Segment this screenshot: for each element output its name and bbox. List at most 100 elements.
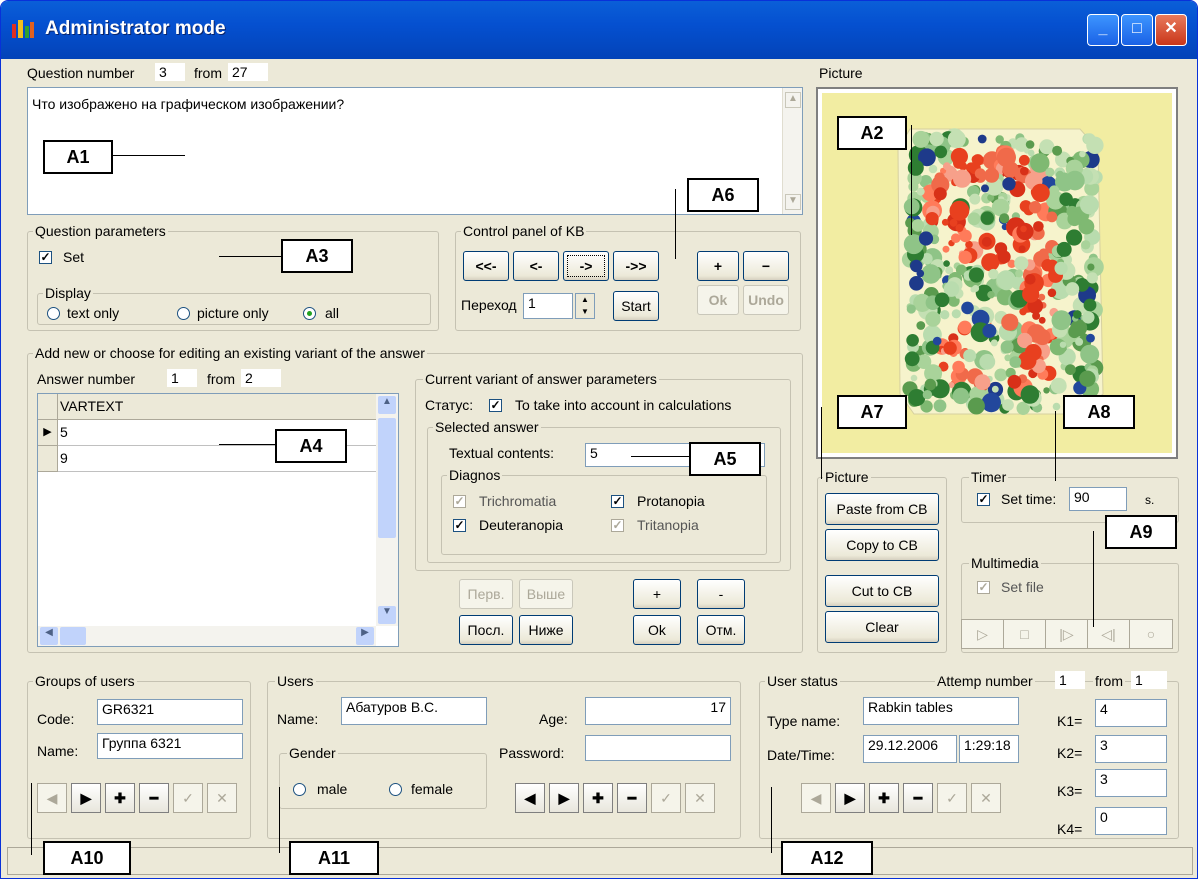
time-input[interactable]: 1:29:18 xyxy=(959,735,1019,763)
user-age-input[interactable]: 17 xyxy=(585,697,731,725)
radio-picture-only[interactable] xyxy=(177,307,190,320)
stop-icon[interactable]: □ xyxy=(1004,620,1046,648)
title-bar[interactable]: Administrator mode _ □ ✕ xyxy=(1,1,1197,59)
add-record-button[interactable]: + xyxy=(697,251,739,281)
users-add-icon[interactable]: ✚ xyxy=(583,783,613,813)
answer-delete-button[interactable]: - xyxy=(697,579,745,609)
answer-last-button[interactable]: Посл. xyxy=(459,615,513,645)
step-forward-icon[interactable]: |▷ xyxy=(1046,620,1088,648)
k2-input[interactable]: 3 xyxy=(1095,735,1167,763)
step-back-icon[interactable]: ◁| xyxy=(1088,620,1130,648)
grid-vertical-scrollbar[interactable]: ▲ ▼ xyxy=(376,394,398,626)
question-from-label: from xyxy=(194,65,222,81)
status-cancel-icon[interactable]: ✕ xyxy=(971,783,1001,813)
group-name-input[interactable]: Группа 6321 xyxy=(97,733,243,759)
question-scrollbar[interactable]: ▲ ▼ xyxy=(782,88,802,214)
maximize-button[interactable]: □ xyxy=(1121,14,1153,46)
trichromatia-checkbox[interactable]: ✓ xyxy=(453,495,466,508)
last-record-button[interactable]: ->> xyxy=(613,251,659,281)
timer-input[interactable]: 90 xyxy=(1069,487,1127,511)
grid-horizontal-scrollbar[interactable]: ◀ ▶ xyxy=(38,626,376,646)
annotation-a7-line xyxy=(821,407,822,479)
status-prev-icon[interactable]: ◀ xyxy=(801,783,831,813)
users-delete-icon[interactable]: ━ xyxy=(617,783,647,813)
status-delete-icon[interactable]: ━ xyxy=(903,783,933,813)
groups-post-icon[interactable]: ✓ xyxy=(173,783,203,813)
protanopia-checkbox[interactable]: ✓ xyxy=(611,495,624,508)
plate-dot xyxy=(984,168,1000,183)
status-post-icon[interactable]: ✓ xyxy=(937,783,967,813)
k4-input[interactable]: 0 xyxy=(1095,807,1167,835)
date-input[interactable]: 29.12.2006 xyxy=(863,735,957,763)
answer-number-value: 1 xyxy=(167,369,197,387)
delete-record-button[interactable]: − xyxy=(743,251,789,281)
close-button[interactable]: ✕ xyxy=(1155,14,1187,46)
users-post-icon[interactable]: ✓ xyxy=(651,783,681,813)
start-button[interactable]: Start xyxy=(613,291,659,321)
set-file-checkbox[interactable]: ✓ xyxy=(977,581,990,594)
next-record-button[interactable]: -> xyxy=(563,251,609,281)
undo-record-button[interactable]: Undo xyxy=(743,285,789,315)
scroll-thumb[interactable] xyxy=(378,418,396,538)
cut-to-cb-button[interactable]: Cut to CB xyxy=(825,575,939,607)
users-next-icon[interactable]: ▶ xyxy=(549,783,579,813)
group-code-input[interactable]: GR6321 xyxy=(97,699,243,725)
play-icon[interactable]: ▷ xyxy=(962,620,1004,648)
type-name-input[interactable]: Rabkin tables xyxy=(863,697,1019,725)
groups-next-icon[interactable]: ▶ xyxy=(71,783,101,813)
groups-delete-icon[interactable]: ━ xyxy=(139,783,169,813)
plate-dot xyxy=(981,184,989,193)
prev-record-button[interactable]: <- xyxy=(513,251,559,281)
tritanopia-checkbox[interactable]: ✓ xyxy=(611,519,624,532)
plate-dot xyxy=(1009,356,1022,368)
minimize-button[interactable]: _ xyxy=(1087,14,1119,46)
groups-add-icon[interactable]: ✚ xyxy=(105,783,135,813)
user-password-input[interactable] xyxy=(585,735,731,761)
status-bar xyxy=(7,847,1193,875)
status-add-icon[interactable]: ✚ xyxy=(869,783,899,813)
goto-spinner[interactable]: ▲ ▼ xyxy=(575,293,595,319)
annotation-a8-line xyxy=(1055,411,1056,481)
goto-input[interactable]: 1 xyxy=(523,293,573,319)
gender-male-radio[interactable] xyxy=(293,783,306,796)
groups-prev-icon[interactable]: ◀ xyxy=(37,783,67,813)
grid-header-vartext[interactable]: VARTEXT xyxy=(58,394,376,420)
clear-picture-button[interactable]: Clear xyxy=(825,611,939,643)
users-prev-icon[interactable]: ◀ xyxy=(515,783,545,813)
record-icon[interactable]: ○ xyxy=(1130,620,1172,648)
radio-text-only-label: text only xyxy=(67,305,120,321)
answer-up-button[interactable]: Выше xyxy=(519,579,573,609)
plate-dot xyxy=(1067,211,1082,227)
plate-dot xyxy=(1079,195,1099,215)
radio-text-only[interactable] xyxy=(47,307,60,320)
copy-to-cb-button[interactable]: Copy to CB xyxy=(825,529,939,561)
status-checkbox[interactable]: ✓ xyxy=(489,399,502,412)
plate-dot xyxy=(916,187,925,196)
attempt-total-value: 1 xyxy=(1131,671,1167,689)
annotation-a6-line xyxy=(675,189,676,259)
users-cancel-icon[interactable]: ✕ xyxy=(685,783,715,813)
set-time-checkbox[interactable]: ✓ xyxy=(977,493,990,506)
answer-ok-button[interactable]: Ok xyxy=(633,615,681,645)
annotation-a12: A12 xyxy=(781,841,873,875)
answer-first-button[interactable]: Перв. xyxy=(459,579,513,609)
status-next-icon[interactable]: ▶ xyxy=(835,783,865,813)
ok-record-button[interactable]: Ok xyxy=(697,285,739,315)
answer-cancel-button[interactable]: Отм. xyxy=(697,615,745,645)
radio-all[interactable] xyxy=(303,307,316,320)
k1-input[interactable]: 4 xyxy=(1095,699,1167,727)
user-name-input[interactable]: Абатуров В.С. xyxy=(341,697,487,725)
k3-input[interactable]: 3 xyxy=(1095,769,1167,797)
answer-add-button[interactable]: + xyxy=(633,579,681,609)
set-checkbox[interactable]: ✓ xyxy=(39,251,52,264)
groups-cancel-icon[interactable]: ✕ xyxy=(207,783,237,813)
answers-title: Add new or choose for editing an existin… xyxy=(33,345,427,361)
paste-from-cb-button[interactable]: Paste from CB xyxy=(825,493,939,525)
answer-down-button[interactable]: Ниже xyxy=(519,615,573,645)
first-record-button[interactable]: <<- xyxy=(463,251,509,281)
deuteranopia-checkbox[interactable]: ✓ xyxy=(453,519,466,532)
plate-dot xyxy=(1065,170,1085,191)
gender-female-radio[interactable] xyxy=(389,783,402,796)
app-window: Administrator mode _ □ ✕ Question number… xyxy=(0,0,1198,879)
plate-dot xyxy=(1087,263,1095,271)
